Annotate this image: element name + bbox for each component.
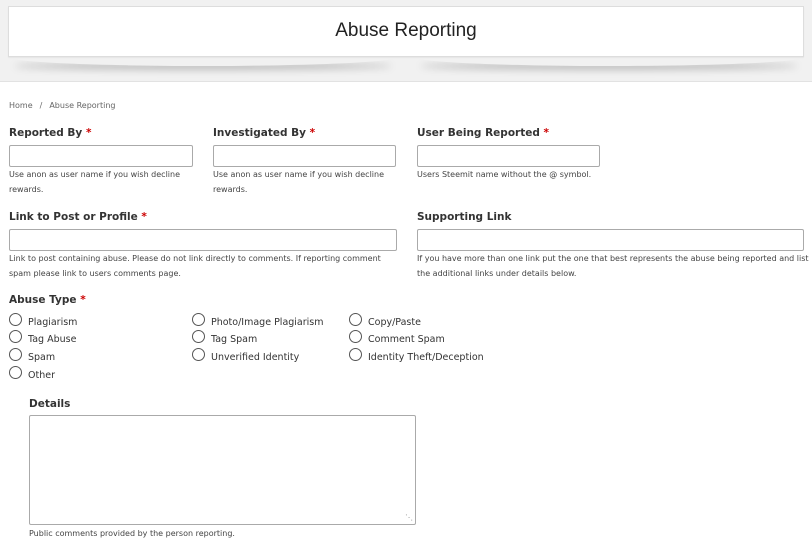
radio-button[interactable]	[9, 313, 22, 326]
required-mark: *	[543, 127, 550, 139]
user-reported-input[interactable]	[417, 145, 600, 167]
link-post-label: Link to Post or Profile *	[9, 211, 147, 223]
radio-button[interactable]	[192, 348, 205, 361]
radio-photo-plagiarism[interactable]: Photo/Image Plagiarism	[192, 313, 324, 329]
details-help: Public comments provided by the person r…	[29, 529, 235, 538]
details-label: Details	[29, 398, 71, 410]
reported-by-input[interactable]	[9, 145, 193, 167]
radio-plagiarism[interactable]: Plagiarism	[9, 313, 77, 329]
supporting-link-help: If you have more than one link put the o…	[417, 254, 809, 278]
radio-button[interactable]	[192, 330, 205, 343]
radio-tag-abuse[interactable]: Tag Abuse	[9, 330, 76, 346]
user-reported-help: Users Steemit name without the @ symbol.	[417, 170, 592, 179]
radio-identity-theft[interactable]: Identity Theft/Deception	[349, 348, 484, 364]
supporting-link-label: Supporting Link	[417, 211, 512, 223]
details-textarea[interactable]: ⋱	[29, 415, 416, 525]
radio-button[interactable]	[9, 348, 22, 361]
required-mark: *	[80, 294, 86, 306]
abuse-type-label: Abuse Type *	[9, 294, 86, 306]
title-box: Abuse Reporting	[8, 6, 804, 57]
breadcrumb: Home / Abuse Reporting	[9, 101, 115, 110]
investigated-by-help: Use anon as user name if you wish declin…	[213, 170, 385, 194]
link-post-input[interactable]	[9, 229, 397, 251]
investigated-by-label: Investigated By *	[213, 127, 316, 139]
breadcrumb-home[interactable]: Home	[9, 101, 33, 110]
radio-comment-spam[interactable]: Comment Spam	[349, 330, 445, 346]
reported-by-help: Use anon as user name if you wish declin…	[9, 170, 181, 194]
required-mark: *	[85, 127, 92, 139]
radio-other[interactable]: Other	[9, 366, 55, 382]
breadcrumb-current: Abuse Reporting	[49, 101, 116, 110]
radio-button[interactable]	[192, 313, 205, 326]
required-mark: *	[309, 127, 316, 139]
supporting-link-input[interactable]	[417, 229, 804, 251]
radio-spam[interactable]: Spam	[9, 348, 55, 364]
radio-copy-paste[interactable]: Copy/Paste	[349, 313, 421, 329]
resize-grip-icon[interactable]: ⋱	[405, 514, 413, 522]
page-header: Abuse Reporting	[0, 0, 812, 82]
radio-button[interactable]	[349, 330, 362, 343]
radio-button[interactable]	[349, 313, 362, 326]
page-title: Abuse Reporting	[335, 20, 477, 41]
radio-button[interactable]	[9, 366, 22, 379]
link-post-help: Link to post containing abuse. Please do…	[9, 254, 381, 278]
radio-button[interactable]	[9, 330, 22, 343]
radio-button[interactable]	[349, 348, 362, 361]
investigated-by-input[interactable]	[213, 145, 396, 167]
reported-by-label: Reported By *	[9, 127, 92, 139]
user-reported-label: User Being Reported *	[417, 127, 550, 139]
radio-unverified-identity[interactable]: Unverified Identity	[192, 348, 299, 364]
radio-tag-spam[interactable]: Tag Spam	[192, 330, 257, 346]
breadcrumb-separator: /	[39, 101, 43, 110]
required-mark: *	[141, 211, 147, 223]
